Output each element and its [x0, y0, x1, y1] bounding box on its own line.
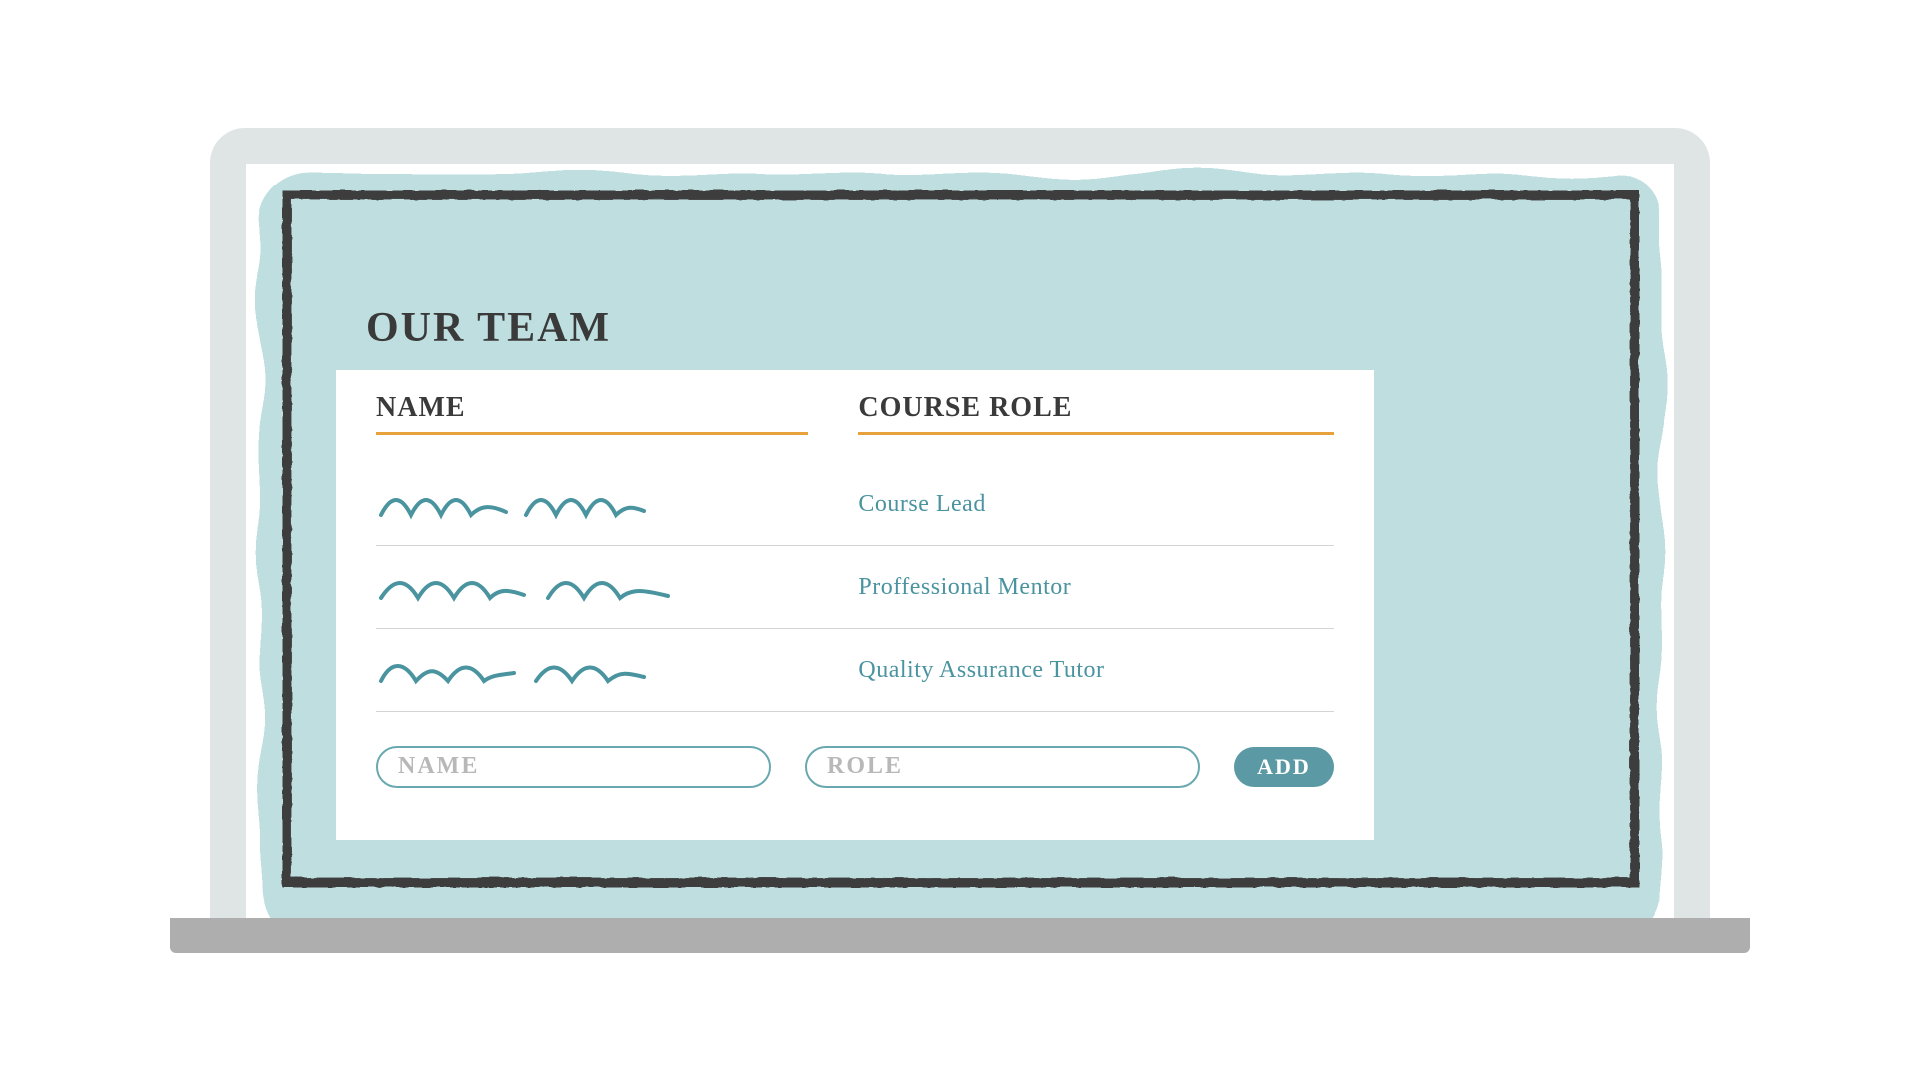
laptop-mockup: OUR TEAM NAME COURSE ROLE — [210, 128, 1710, 953]
column-header-role: COURSE ROLE — [858, 392, 1334, 435]
role-cell: Course Lead — [858, 491, 1334, 518]
role-input[interactable] — [805, 746, 1200, 788]
signature-placeholder-icon — [376, 653, 656, 689]
name-input[interactable] — [376, 746, 771, 788]
signature-placeholder-icon — [376, 570, 696, 606]
role-cell: Proffessional Mentor — [858, 574, 1334, 601]
table-row: Proffessional Mentor — [376, 546, 1334, 629]
team-card: NAME COURSE ROLE Course Lead — [336, 370, 1374, 840]
table-row: Quality Assurance Tutor — [376, 629, 1334, 712]
role-cell: Quality Assurance Tutor — [858, 657, 1334, 684]
page-title: OUR TEAM — [366, 304, 611, 352]
add-button[interactable]: ADD — [1234, 747, 1334, 787]
laptop-base — [170, 918, 1750, 953]
table-header-row: NAME COURSE ROLE — [376, 392, 1334, 463]
table-row: Course Lead — [376, 463, 1334, 546]
add-member-form: ADD — [376, 746, 1334, 788]
laptop-bezel: OUR TEAM NAME COURSE ROLE — [210, 128, 1710, 918]
signature-placeholder-icon — [376, 487, 676, 523]
laptop-screen: OUR TEAM NAME COURSE ROLE — [246, 164, 1674, 918]
column-header-name: NAME — [376, 392, 808, 435]
